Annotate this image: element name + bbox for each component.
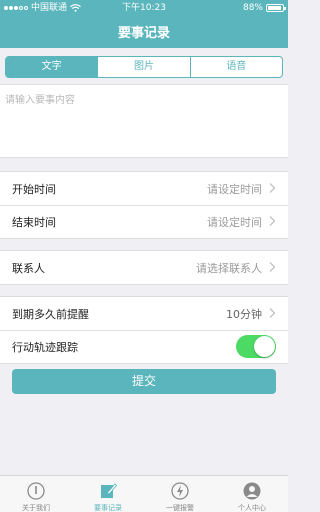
- reminder-label: 到期多久前提醒: [12, 307, 89, 321]
- chevron-right-icon: [269, 262, 276, 272]
- tracking-label: 行动轨迹跟踪: [12, 340, 78, 354]
- end-time-row[interactable]: 结束时间 请设定时间: [0, 205, 288, 238]
- tab-text[interactable]: 文字: [6, 57, 98, 77]
- alarm-icon: [171, 482, 189, 500]
- contact-value: 请选择联系人: [196, 261, 262, 275]
- tracking-toggle[interactable]: [236, 335, 276, 358]
- contact-group: 联系人 请选择联系人: [0, 250, 288, 285]
- content-box: [0, 84, 288, 158]
- toggle-knob: [254, 336, 275, 357]
- battery-icon: [266, 4, 286, 12]
- tracking-row: 行动轨迹跟踪: [0, 330, 288, 363]
- tab-profile[interactable]: 个人中心: [216, 476, 288, 512]
- reminder-row[interactable]: 到期多久前提醒 10分钟: [0, 297, 288, 330]
- info-icon: [27, 482, 45, 500]
- submit-button[interactable]: 提交: [12, 369, 276, 394]
- tab-voice[interactable]: 语音: [189, 57, 282, 77]
- chevron-right-icon: [269, 308, 276, 318]
- tab-about[interactable]: 关于我们: [0, 476, 72, 512]
- tab-profile-label: 个人中心: [238, 504, 266, 512]
- content-input[interactable]: [0, 85, 288, 157]
- header: 中国联通 下午10:23 88% 要事记录: [0, 0, 288, 48]
- end-time-label: 结束时间: [12, 215, 56, 229]
- settings-group: 到期多久前提醒 10分钟 行动轨迹跟踪: [0, 296, 288, 364]
- status-bar: 中国联通 下午10:23 88%: [0, 0, 288, 16]
- start-time-label: 开始时间: [12, 182, 56, 196]
- end-time-value: 请设定时间: [207, 215, 262, 229]
- tab-alarm[interactable]: 一键报警: [144, 476, 216, 512]
- status-right: 88%: [242, 0, 286, 16]
- page-title: 要事记录: [117, 26, 170, 41]
- start-time-row[interactable]: 开始时间 请设定时间: [0, 172, 288, 205]
- chevron-right-icon: [269, 183, 276, 193]
- contact-row[interactable]: 联系人 请选择联系人: [0, 251, 288, 284]
- person-icon: [243, 482, 261, 500]
- contact-label: 联系人: [12, 261, 45, 275]
- tab-records[interactable]: 要事记录: [72, 476, 144, 512]
- tab-image[interactable]: 图片: [97, 57, 189, 77]
- edit-icon: [101, 483, 118, 498]
- chevron-right-icon: [269, 216, 276, 226]
- tab-records-label: 要事记录: [94, 504, 122, 512]
- tab-alarm-label: 一键报警: [166, 504, 194, 512]
- segmented-control: 文字 图片 语音: [5, 56, 283, 78]
- tab-about-label: 关于我们: [22, 504, 50, 512]
- tab-bar: 关于我们 要事记录 一键报警 个人中心: [0, 475, 288, 512]
- segmented-control-wrap: 文字 图片 语音: [0, 48, 288, 84]
- start-time-value: 请设定时间: [207, 182, 262, 196]
- battery-percent: 88%: [242, 3, 263, 13]
- reminder-value: 10分钟: [226, 307, 262, 321]
- time-group: 开始时间 请设定时间 结束时间 请设定时间: [0, 171, 288, 239]
